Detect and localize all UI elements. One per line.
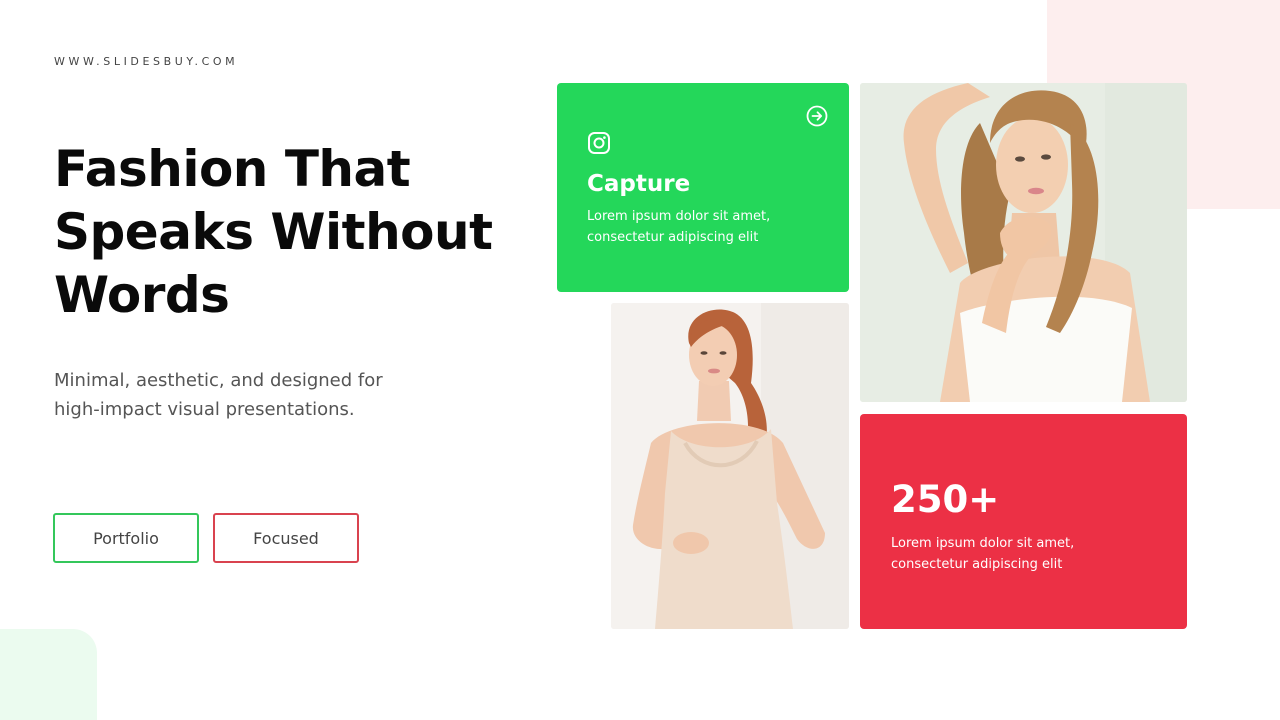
focused-button[interactable]: Focused: [213, 513, 359, 563]
model-photo-satin-dress: [611, 303, 849, 629]
stat-text: Lorem ipsum dolor sit amet, consectetur …: [891, 536, 1075, 572]
card-title: Capture: [587, 171, 691, 197]
instagram-icon: [588, 132, 610, 154]
page-title: Fashion That Speaks Without Words: [54, 140, 493, 324]
card-text: Lorem ipsum dolor sit amet, consectetur …: [587, 209, 771, 245]
stat-card: 250+ Lorem ipsum dolor sit amet, consect…: [860, 414, 1187, 629]
site-url: WWW.SLIDESBUY.COM: [54, 55, 239, 68]
decorative-mint-block: [0, 629, 97, 720]
hero-description: Minimal, aesthetic, and designed for hig…: [54, 370, 383, 420]
arrow-right-circle-icon[interactable]: [806, 105, 828, 127]
capture-card: Capture Lorem ipsum dolor sit amet, cons…: [557, 83, 849, 292]
portfolio-button[interactable]: Portfolio: [53, 513, 199, 563]
model-photo-arm-raised: [860, 83, 1187, 402]
stat-value: 250+: [891, 478, 1000, 521]
